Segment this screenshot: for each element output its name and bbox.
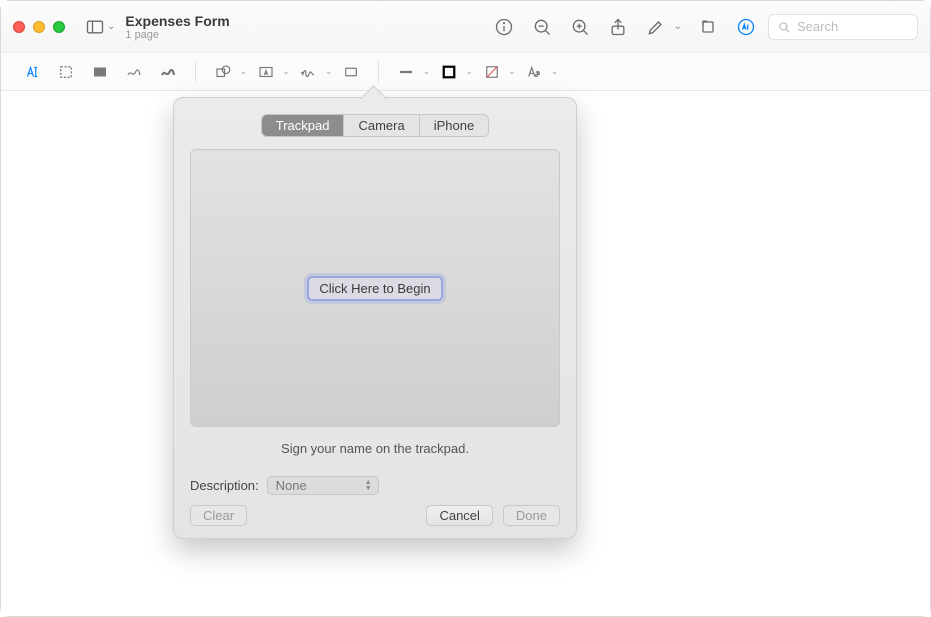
description-row: Description: None ▲▼ (190, 476, 560, 495)
separator (195, 61, 196, 83)
font-style-tool[interactable] (519, 59, 549, 85)
description-select[interactable]: None ▲▼ (267, 476, 379, 495)
shapes-caret[interactable]: ⌄ (240, 67, 247, 76)
border-color-tool[interactable] (434, 59, 464, 85)
text-caret[interactable]: ⌄ (283, 67, 290, 76)
clear-button[interactable]: Clear (190, 505, 247, 526)
close-window-button[interactable] (13, 21, 25, 33)
description-label: Description: (190, 478, 259, 493)
fill-color-tool[interactable] (477, 59, 507, 85)
redact-tool[interactable] (85, 59, 115, 85)
popover-buttons: Clear Cancel Done (190, 505, 560, 526)
titlebar: ⌄ Expenses Form 1 page ⌄ Search (1, 1, 930, 53)
fill-color-caret[interactable]: ⌄ (509, 67, 516, 76)
signature-popover: Trackpad Camera iPhone Click Here to Beg… (173, 97, 577, 539)
sketch-tool[interactable] (119, 59, 149, 85)
shapes-tool[interactable] (208, 59, 238, 85)
sidebar-menu-caret[interactable]: ⌄ (107, 21, 115, 32)
signature-hint: Sign your name on the trackpad. (190, 441, 560, 456)
document-viewport[interactable]: Trackpad Camera iPhone Click Here to Beg… (1, 91, 930, 616)
search-placeholder: Search (797, 19, 838, 34)
zoom-window-button[interactable] (53, 21, 65, 33)
select-stepper-icon: ▲▼ (365, 480, 372, 492)
border-style-caret[interactable]: ⌄ (423, 67, 430, 76)
main-toolbar: ⌄ Search (488, 11, 918, 43)
document-title: Expenses Form (125, 13, 229, 29)
signature-source-tabs: Trackpad Camera iPhone (261, 114, 489, 137)
draw-tool[interactable] (153, 59, 183, 85)
search-icon (777, 20, 791, 34)
markup-toolbar: ⌄ ⌄ ⌄ ⌄ ⌄ ⌄ ⌄ (1, 53, 930, 91)
done-button[interactable]: Done (503, 505, 560, 526)
document-title-block: Expenses Form 1 page (125, 13, 229, 41)
minimize-window-button[interactable] (33, 21, 45, 33)
text-selection-tool[interactable] (17, 59, 47, 85)
sign-caret[interactable]: ⌄ (325, 67, 332, 76)
border-style-tool[interactable] (391, 59, 421, 85)
zoom-in-button[interactable] (564, 11, 596, 43)
highlight-button[interactable] (640, 11, 672, 43)
tab-iphone[interactable]: iPhone (420, 115, 488, 136)
zoom-out-button[interactable] (526, 11, 558, 43)
description-value: None (276, 478, 307, 493)
preview-window: ⌄ Expenses Form 1 page ⌄ Search ⌄ (0, 0, 931, 617)
font-style-caret[interactable]: ⌄ (551, 67, 558, 76)
cancel-button[interactable]: Cancel (426, 505, 492, 526)
note-tool[interactable] (336, 59, 366, 85)
info-button[interactable] (488, 11, 520, 43)
sign-tool[interactable] (293, 59, 323, 85)
trackpad-sign-area[interactable]: Click Here to Begin (190, 149, 560, 427)
window-controls (13, 21, 65, 33)
click-to-begin-button[interactable]: Click Here to Begin (307, 276, 442, 301)
border-color-caret[interactable]: ⌄ (466, 67, 473, 76)
markup-toggle-button[interactable] (730, 11, 762, 43)
separator (378, 61, 379, 83)
page-count: 1 page (125, 29, 229, 41)
share-button[interactable] (602, 11, 634, 43)
highlight-menu-caret[interactable]: ⌄ (674, 21, 682, 32)
search-field[interactable]: Search (768, 14, 918, 40)
tab-trackpad[interactable]: Trackpad (262, 115, 345, 136)
rotate-button[interactable] (692, 11, 724, 43)
tab-camera[interactable]: Camera (344, 115, 419, 136)
text-tool[interactable] (251, 59, 281, 85)
rect-selection-tool[interactable] (51, 59, 81, 85)
